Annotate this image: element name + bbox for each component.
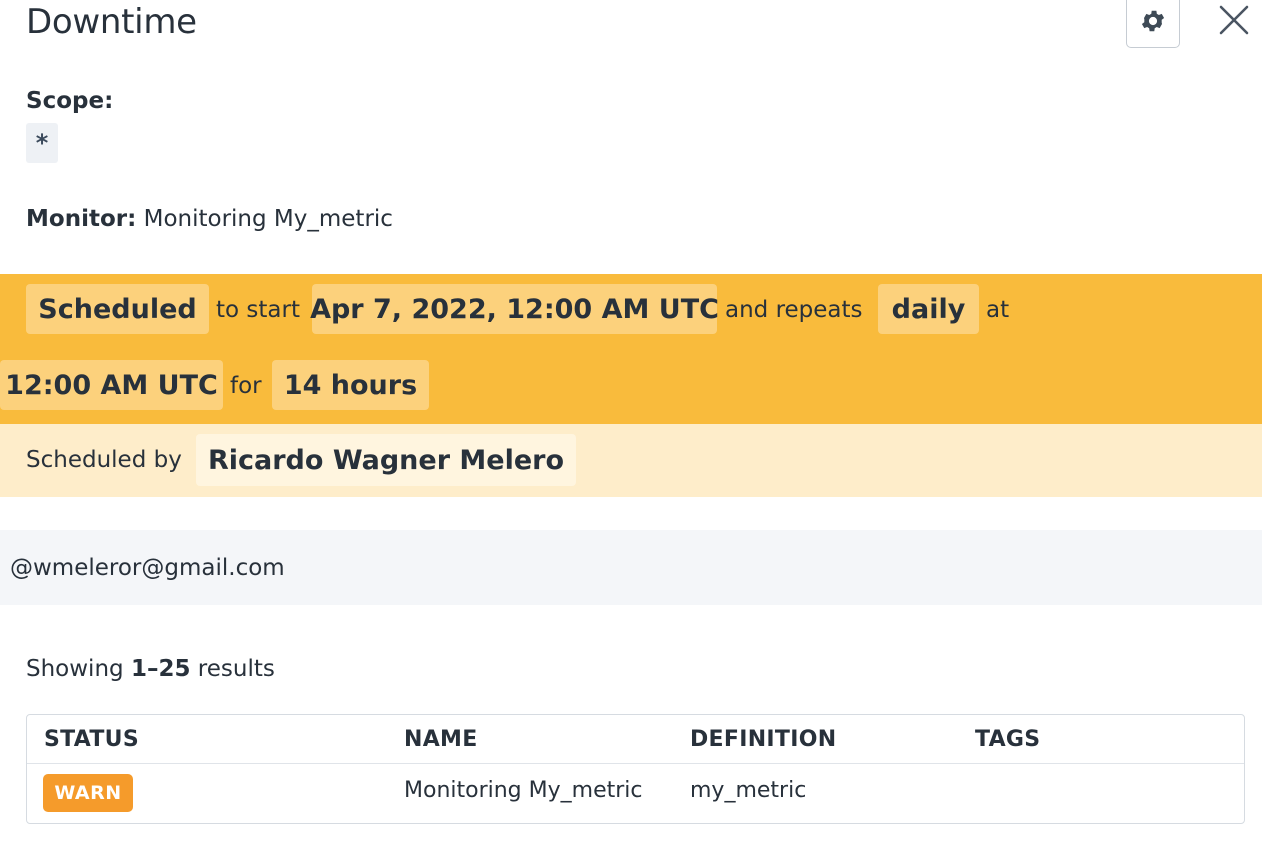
message-box: @wmeleror@gmail.com <box>0 530 1262 605</box>
table-row[interactable]: WARN Monitoring My_metric my_metric <box>27 763 1244 823</box>
schedule-summary: Scheduled to start Apr 7, 2022, 12:00 AM… <box>0 274 1262 424</box>
schedule-text-to-start: to start <box>216 297 300 323</box>
column-header-definition[interactable]: DEFINITION <box>690 727 836 752</box>
results-suffix: results <box>197 656 275 682</box>
monitors-table: STATUS NAME DEFINITION TAGS WARN Monitor… <box>26 714 1245 824</box>
schedule-start-chip: Apr 7, 2022, 12:00 AM UTC <box>310 284 719 334</box>
settings-button[interactable] <box>1126 0 1180 48</box>
schedule-duration-chip: 14 hours <box>272 360 429 410</box>
monitor-label: Monitor: <box>26 206 137 232</box>
schedule-text-at: at <box>986 297 1010 323</box>
close-button[interactable] <box>1212 0 1256 42</box>
column-header-tags[interactable]: TAGS <box>975 727 1040 752</box>
gear-icon <box>1141 10 1165 32</box>
scope-value-chip: * <box>26 123 58 163</box>
monitor-line: Monitor: Monitoring My_metric <box>26 206 393 232</box>
scheduled-by-bar: Scheduled by Ricardo Wagner Melero <box>0 424 1262 497</box>
scheduled-by-name-chip: Ricardo Wagner Melero <box>196 434 576 486</box>
close-icon <box>1219 5 1249 35</box>
scheduled-by-label: Scheduled by <box>26 447 182 473</box>
monitor-value: Monitoring My_metric <box>143 206 393 232</box>
schedule-text-and-repeats: and repeats <box>725 297 863 323</box>
results-range: 1–25 <box>130 656 191 682</box>
status-badge: WARN <box>43 774 133 812</box>
schedule-text-for: for <box>230 373 262 399</box>
row-name[interactable]: Monitoring My_metric <box>404 778 643 803</box>
schedule-status-chip: Scheduled <box>26 284 209 334</box>
row-definition: my_metric <box>690 778 807 803</box>
page-title: Downtime <box>26 2 197 42</box>
message-text: @wmeleror@gmail.com <box>10 555 285 581</box>
scope-label: Scope: <box>26 88 114 114</box>
column-header-name[interactable]: NAME <box>404 727 478 752</box>
column-header-status[interactable]: STATUS <box>44 727 139 752</box>
schedule-time-chip: 12:00 AM UTC <box>0 360 223 410</box>
schedule-repeat-chip: daily <box>878 284 979 334</box>
results-prefix: Showing <box>26 656 124 682</box>
results-count: Showing 1–25 results <box>26 656 275 682</box>
